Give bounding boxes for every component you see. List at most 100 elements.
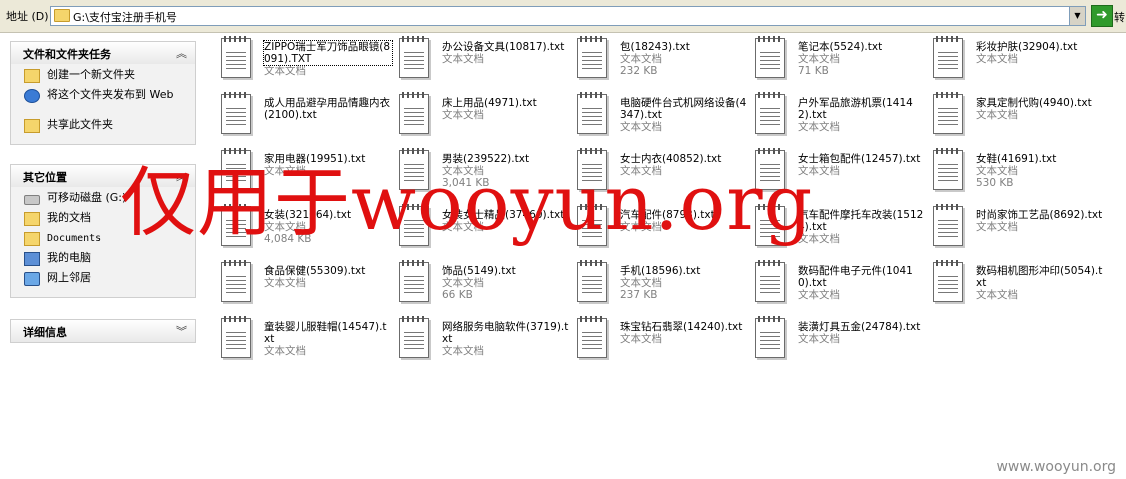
new-folder-icon [24,69,40,83]
file-text: 童装婴儿服鞋帽(14547).txt 文本文档 [264,321,392,357]
file-text: 女士箱包配件(12457).txt 文本文档 [798,153,926,177]
file-type: 文本文档 [620,121,662,133]
file-text: 数码相机图形冲印(5054).txt 文本文档 [976,265,1104,301]
file-text: 食品保健(55309).txt 文本文档 [264,265,392,289]
file-name: 手机(18596).txt [620,265,701,277]
file-item[interactable]: 数码配件电子元件(10410).txt 文本文档 [752,259,928,311]
file-name: 笔记本(5524).txt [798,41,883,53]
file-size: 66 KB [442,289,473,301]
address-input[interactable]: G:\支付宝注册手机号 ▼ [50,6,1086,26]
task-pane: 文件和文件夹任务 ︽ 创建一个新文件夹 将这个文件夹发布到 Web 共享此文件夹… [0,33,207,479]
panel-header[interactable]: 详细信息 ︾ [10,319,196,343]
file-text: 包(18243).txt 文本文档 232 KB [620,41,748,77]
address-bar: 地址 (D) G:\支付宝注册手机号 ▼ ➜ 转 [0,0,1126,33]
file-text: 饰品(5149).txt 文本文档 66 KB [442,265,570,301]
file-name: 数码相机图形冲印(5054).txt [976,265,1103,289]
file-name: 汽车配件摩托车改装(15124).txt [798,209,924,233]
share-folder-icon [24,119,40,133]
file-type: 文本文档 [442,53,484,65]
file-item[interactable]: 数码相机图形冲印(5054).txt 文本文档 [930,259,1106,311]
text-file-icon [577,36,607,78]
file-item[interactable]: 彩妆护肤(32904).txt 文本文档 [930,35,1106,87]
task-share-folder[interactable]: 共享此文件夹 [11,118,195,138]
file-type: 文本文档 [976,109,1018,121]
text-file-icon [755,260,785,302]
place-label: Documents [47,233,102,244]
file-item[interactable]: 装潢灯具五金(24784).txt 文本文档 [752,315,928,367]
watermark-text: 仅用于wooyun.org [120,158,814,247]
file-item[interactable]: 电脑硬件台式机网络设备(4347).txt 文本文档 [574,91,750,143]
file-name: ZIPPO瑞士军刀饰品眼镜(8091).TXT [263,40,393,66]
panel-title: 其它位置 [23,171,67,184]
panel-header[interactable]: 文件和文件夹任务 ︽ [10,41,196,64]
file-item[interactable]: 时尚家饰工艺品(8692).txt 文本文档 [930,203,1106,255]
chevron-down-icon[interactable]: ▼ [1069,7,1085,25]
corner-watermark: www.wooyun.org [996,459,1116,475]
network-places-icon [24,272,40,286]
file-item[interactable]: 女鞋(41691).txt 文本文档 530 KB [930,147,1106,199]
file-size: 232 KB [620,65,658,77]
file-name: 装潢灯具五金(24784).txt [798,321,921,333]
file-type: 文本文档 [798,121,840,133]
publish-web-icon [24,89,40,103]
file-item[interactable]: 珠宝钻石翡翠(14240).txt 文本文档 [574,315,750,367]
file-item[interactable]: 床上用品(4971).txt 文本文档 [396,91,572,143]
text-file-icon [221,260,251,302]
my-documents-icon [24,212,40,226]
text-file-icon [933,204,963,246]
file-text: 时尚家饰工艺品(8692).txt 文本文档 [976,209,1104,233]
file-name: 时尚家饰工艺品(8692).txt [976,209,1103,221]
chevron-up-icon[interactable]: ︽ [176,45,187,61]
task-publish-web[interactable]: 将这个文件夹发布到 Web [11,88,195,118]
file-text: 家具定制代购(4940).txt 文本文档 [976,97,1104,121]
file-text: 珠宝钻石翡翠(14240).txt 文本文档 [620,321,748,345]
file-type: 文本文档 [798,53,840,65]
address-label: 地址 (D) [6,10,49,23]
file-name: 童装婴儿服鞋帽(14547).txt [264,321,387,345]
file-item[interactable]: 网络服务电脑软件(3719).txt 文本文档 [396,315,572,367]
file-size: 71 KB [798,65,829,77]
task-label: 创建一个新文件夹 [47,68,135,81]
file-item[interactable]: 手机(18596).txt 文本文档 237 KB [574,259,750,311]
text-file-icon [399,92,429,134]
details-panel: 详细信息 ︾ [10,319,196,343]
file-text: 成人用品避孕用品情趣内衣(2100).txt [264,97,392,121]
file-item[interactable]: 食品保健(55309).txt 文本文档 [218,259,394,311]
file-type: 文本文档 [798,333,840,345]
file-type: 文本文档 [620,333,662,345]
go-arrow-icon[interactable]: ➜ [1091,5,1113,27]
my-computer-icon [24,252,40,266]
file-item[interactable]: 办公设备文具(10817).txt 文本文档 [396,35,572,87]
file-type: 文本文档 [620,277,662,289]
panel-title: 详细信息 [23,326,67,339]
file-item[interactable]: 户外军品旅游机票(14142).txt 文本文档 [752,91,928,143]
file-item[interactable]: 包(18243).txt 文本文档 232 KB [574,35,750,87]
go-button-label[interactable]: 转 [1114,9,1125,25]
file-item[interactable]: 成人用品避孕用品情趣内衣(2100).txt [218,91,394,143]
place-my-computer[interactable]: 我的电脑 [11,251,195,271]
file-item[interactable]: 饰品(5149).txt 文本文档 66 KB [396,259,572,311]
file-item[interactable]: 笔记本(5524).txt 文本文档 71 KB [752,35,928,87]
text-file-icon [933,148,963,190]
documents-icon [24,232,40,246]
file-type: 文本文档 [620,53,662,65]
place-network[interactable]: 网上邻居 [11,271,195,291]
file-item[interactable]: ZIPPO瑞士军刀饰品眼镜(8091).TXT 文本文档 [218,35,394,87]
text-file-icon [755,92,785,134]
file-name: 食品保健(55309).txt [264,265,366,277]
address-path: G:\支付宝注册手机号 [73,11,177,24]
file-type: 文本文档 [264,277,306,289]
file-type: 文本文档 [798,165,840,177]
file-item[interactable]: 童装婴儿服鞋帽(14547).txt 文本文档 [218,315,394,367]
task-new-folder[interactable]: 创建一个新文件夹 [11,68,195,88]
file-type: 文本文档 [442,345,484,357]
text-file-icon [577,316,607,358]
text-file-icon [399,36,429,78]
text-file-icon [577,92,607,134]
chevron-down-icon[interactable]: ︾ [176,323,187,339]
text-file-icon [221,92,251,134]
folder-icon [54,9,70,22]
file-text: 手机(18596).txt 文本文档 237 KB [620,265,748,301]
file-text: 笔记本(5524).txt 文本文档 71 KB [798,41,926,77]
file-item[interactable]: 家具定制代购(4940).txt 文本文档 [930,91,1106,143]
